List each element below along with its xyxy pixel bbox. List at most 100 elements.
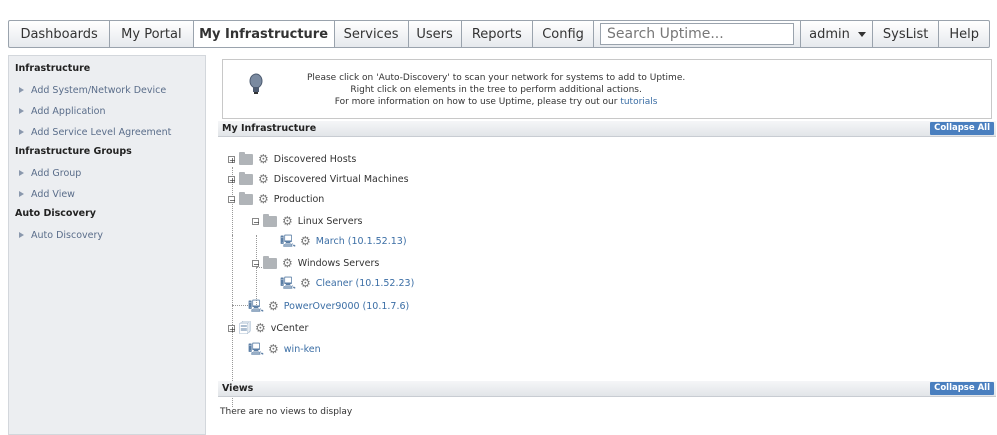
tab-services[interactable]: Services: [335, 21, 409, 47]
sidebar-item-add-system[interactable]: Add System/Network Device: [9, 80, 205, 101]
info-line-1: Please click on 'Auto-Discovery' to scan…: [307, 73, 686, 83]
tree-label: Production: [273, 193, 325, 205]
sidebar-heading-auto-discovery: Auto Discovery: [15, 208, 96, 219]
tutorials-link[interactable]: tutorials: [620, 97, 657, 107]
windows-server-icon: 🖳: [248, 342, 265, 356]
sidebar-item-label: Add View: [31, 189, 75, 200]
info-line-3: For more information on how to use Uptim…: [307, 96, 685, 108]
folder-icon: [263, 255, 277, 269]
gear-icon[interactable]: ⚙: [282, 215, 293, 227]
lightbulb-icon: [249, 73, 263, 94]
user-controls: admin SysList Help: [800, 21, 989, 47]
plus-box-icon[interactable]: +: [228, 175, 236, 184]
section-title: Views: [222, 383, 254, 394]
sidebar-item-label: Auto Discovery: [31, 230, 104, 241]
gear-icon[interactable]: ⚙: [300, 277, 311, 289]
sidebar-item-add-sla[interactable]: Add Service Level Agreement: [9, 122, 205, 143]
tab-users[interactable]: Users: [409, 21, 462, 47]
tree-label: vCenter: [270, 322, 309, 334]
tree-label: Windows Servers: [297, 257, 380, 269]
gear-icon[interactable]: ⚙: [255, 322, 266, 334]
folder-icon: [239, 151, 253, 165]
triangle-right-icon: [19, 108, 24, 114]
top-navigation: Dashboards My Portal My Infrastructure S…: [8, 20, 990, 48]
gear-icon[interactable]: ⚙: [258, 153, 269, 165]
triangle-right-icon: [19, 87, 24, 93]
gear-icon[interactable]: ⚙: [300, 235, 311, 247]
tree-label: PowerOver9000 (10.1.7.6): [283, 300, 410, 312]
sidebar-item-label: Add Application: [31, 106, 106, 117]
tree-node-cleaner[interactable]: 🖳 ⚙ Cleaner (10.1.52.23): [280, 275, 414, 291]
syslist-button[interactable]: SysList: [873, 21, 940, 47]
tree-label: Discovered Virtual Machines: [273, 173, 409, 185]
gear-icon[interactable]: ⚙: [282, 257, 293, 269]
info-line-3-text: For more information on how to use Uptim…: [334, 97, 621, 107]
tree-node-discovered-hosts[interactable]: + ⚙ Discovered Hosts: [228, 151, 356, 167]
triangle-right-icon: [19, 232, 24, 238]
sidebar: Infrastructure Add System/Network Device…: [8, 55, 206, 435]
gear-icon[interactable]: ⚙: [258, 173, 269, 185]
tree-node-discovered-vms[interactable]: + ⚙ Discovered Virtual Machines: [228, 171, 409, 187]
infrastructure-header: My Infrastructure Collapse All: [218, 121, 996, 137]
main-content: Please click on 'Auto-Discovery' to scan…: [218, 55, 996, 435]
minus-box-icon[interactable]: −: [252, 217, 260, 226]
tab-my-portal[interactable]: My Portal: [110, 21, 194, 47]
tree-label: Discovered Hosts: [273, 153, 357, 165]
collapse-all-button[interactable]: Collapse All: [930, 122, 994, 135]
sidebar-item-add-application[interactable]: Add Application: [9, 101, 205, 122]
views-empty-message: There are no views to display: [220, 407, 353, 417]
tab-my-infrastructure[interactable]: My Infrastructure: [193, 21, 335, 47]
sidebar-heading-infrastructure: Infrastructure: [15, 63, 91, 74]
search-input[interactable]: Search Uptime...: [600, 23, 795, 45]
network-device-icon: 🖳: [248, 299, 265, 313]
sidebar-item-auto-discovery[interactable]: Auto Discovery: [9, 225, 205, 246]
gear-icon[interactable]: ⚙: [258, 193, 269, 205]
folder-icon: [239, 171, 253, 185]
plus-box-icon[interactable]: +: [228, 324, 236, 333]
collapse-all-button[interactable]: Collapse All: [930, 382, 994, 395]
help-button[interactable]: Help: [939, 21, 989, 47]
tab-reports[interactable]: Reports: [462, 21, 534, 47]
triangle-right-icon: [19, 191, 24, 197]
sidebar-item-label: Add System/Network Device: [31, 85, 167, 96]
triangle-right-icon: [19, 129, 24, 135]
tab-config[interactable]: Config: [533, 21, 595, 47]
tree-node-linux-servers[interactable]: − ⚙ Linux Servers: [252, 213, 362, 229]
username-label: admin: [809, 26, 850, 42]
windows-server-icon: 🖳: [280, 276, 297, 290]
sidebar-item-label: Add Service Level Agreement: [31, 127, 172, 138]
tree-label: March (10.1.52.13): [315, 235, 407, 247]
sidebar-item-label: Add Group: [31, 168, 82, 179]
folder-icon: [263, 213, 277, 227]
folder-icon: [239, 191, 253, 205]
tree-node-march[interactable]: 🖳 ⚙ March (10.1.52.13): [280, 233, 407, 249]
sidebar-item-add-view[interactable]: Add View: [9, 184, 205, 205]
linux-server-icon: 🖳: [280, 234, 297, 248]
tree-node-powerover[interactable]: 🖳 ⚙ PowerOver9000 (10.1.7.6): [248, 298, 409, 314]
plus-box-icon[interactable]: +: [228, 155, 236, 164]
chevron-down-icon[interactable]: [857, 31, 866, 37]
views-header: Views Collapse All: [218, 381, 996, 397]
sidebar-item-add-group[interactable]: Add Group: [9, 163, 205, 184]
user-menu[interactable]: admin: [801, 21, 873, 47]
tree-node-vcenter[interactable]: + 🗐 ⚙ vCenter: [228, 320, 308, 336]
tab-dashboards[interactable]: Dashboards: [9, 21, 111, 47]
section-title: My Infrastructure: [222, 123, 317, 134]
tree-node-production[interactable]: − ⚙ Production: [228, 191, 324, 207]
infrastructure-tree: + ⚙ Discovered Hosts + ⚙ Discovered Virt…: [218, 147, 996, 407]
gear-icon[interactable]: ⚙: [268, 343, 279, 355]
minus-box-icon[interactable]: −: [252, 259, 260, 268]
tree-node-windows-servers[interactable]: − ⚙ Windows Servers: [252, 255, 379, 271]
tree-node-win-ken[interactable]: 🖳 ⚙ win-ken: [248, 341, 321, 357]
triangle-right-icon: [19, 170, 24, 176]
vcenter-icon: 🗐: [239, 321, 251, 335]
gear-icon[interactable]: ⚙: [268, 300, 279, 312]
tree-label: Cleaner (10.1.52.23): [315, 277, 415, 289]
info-box: Please click on 'Auto-Discovery' to scan…: [222, 59, 992, 119]
info-line-2: Right click on elements in the tree to p…: [350, 85, 642, 95]
tree-label: win-ken: [283, 343, 321, 355]
info-text: Please click on 'Auto-Discovery' to scan…: [307, 72, 685, 108]
minus-box-icon[interactable]: −: [228, 195, 236, 204]
tree-label: Linux Servers: [297, 215, 363, 227]
sidebar-heading-groups: Infrastructure Groups: [15, 146, 132, 157]
